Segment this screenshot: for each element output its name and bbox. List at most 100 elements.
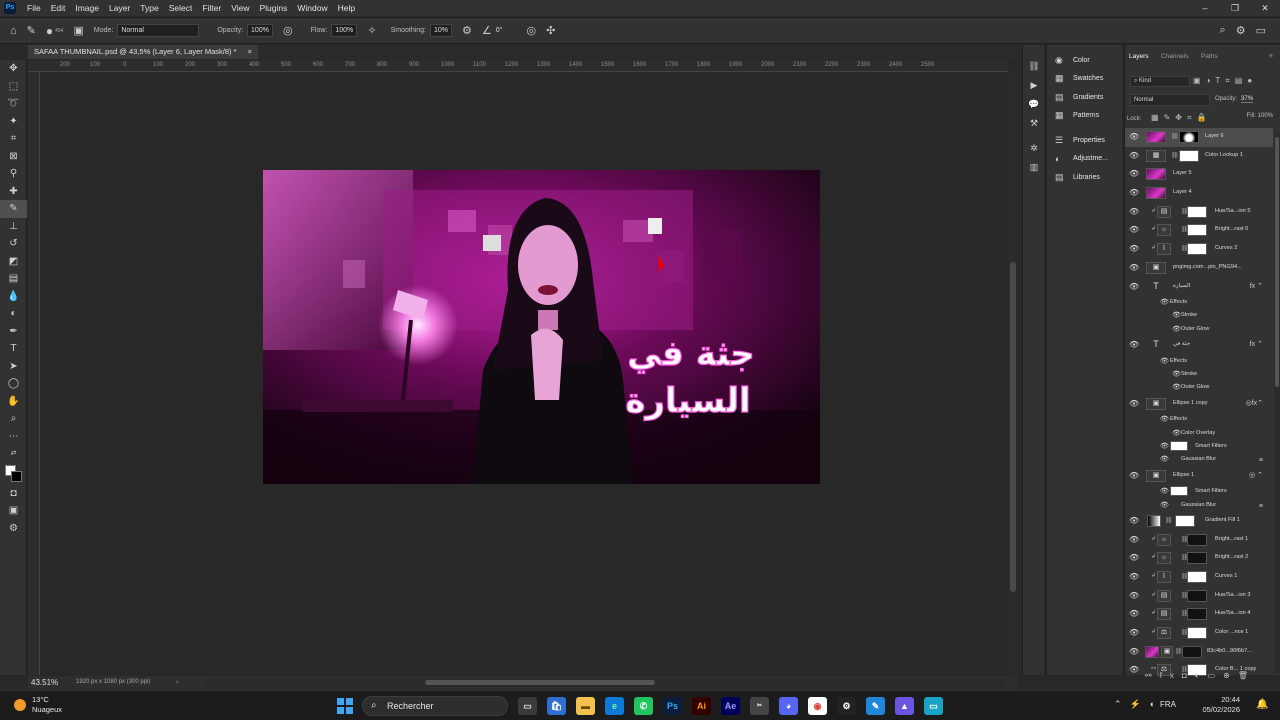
fx-icon[interactable]: fx ⌃ xyxy=(1250,282,1263,290)
discord-icon[interactable]: ◕ xyxy=(779,697,798,715)
eye-icon[interactable]: 👁 xyxy=(1160,442,1169,450)
menu-type[interactable]: Type xyxy=(135,3,163,13)
horizontal-scrollbar[interactable] xyxy=(205,678,1005,687)
healing-tool-icon[interactable]: ✚ xyxy=(0,183,27,201)
lock-icons[interactable]: ▦✎✥⌗🔒 xyxy=(1151,113,1211,122)
pen-tool-icon[interactable]: ✒ xyxy=(0,323,27,341)
layer-row[interactable]: 👁 ▣ Ellipse 1 copy ◎fx⌃ xyxy=(1125,395,1273,414)
history-brush-icon[interactable]: ↺ xyxy=(0,235,27,253)
menu-view[interactable]: View xyxy=(226,3,254,13)
eye-icon[interactable]: 👁 xyxy=(1172,383,1181,391)
close-icon[interactable]: ✕ xyxy=(1250,0,1280,16)
scroll-thumb[interactable] xyxy=(425,680,655,685)
layer-row[interactable]: 👁 T السيارة fx ⌃ xyxy=(1125,278,1273,297)
blur-tool-icon[interactable]: 💧 xyxy=(0,288,27,306)
eye-icon[interactable]: 👁 xyxy=(1160,501,1169,509)
color-swatches-icon[interactable] xyxy=(0,463,27,485)
effect-row[interactable]: 👁 Stroke xyxy=(1125,368,1273,381)
layer-filter-select[interactable]: ⌕ Kind xyxy=(1130,76,1190,87)
panel-properties[interactable]: ☰ Properties xyxy=(1047,131,1122,150)
pressure-size-icon[interactable]: ◎ xyxy=(526,24,536,37)
eye-icon[interactable]: 👁 xyxy=(1160,357,1169,365)
ellipse-tool-icon[interactable]: ◯ xyxy=(0,375,27,393)
symmetry-icon[interactable]: ✣ xyxy=(546,24,555,37)
layer-row[interactable]: 👁 ↲ ☼ ⛓ Bright...rast 6 xyxy=(1125,221,1273,240)
mask-thumbnail[interactable] xyxy=(1187,552,1207,565)
eye-icon[interactable]: 👁 xyxy=(1129,225,1139,234)
brush-settings-icon[interactable]: ▣ xyxy=(73,24,83,37)
eyedropper-tool-icon[interactable]: ⚲ xyxy=(0,165,27,183)
eye-icon[interactable]: 👁 xyxy=(1172,370,1181,378)
comments-icon[interactable]: 💬 xyxy=(1023,95,1045,114)
eye-icon[interactable]: 👁 xyxy=(1129,572,1139,581)
layer-row[interactable]: 👁 ⛓ Gradient Fill 1 xyxy=(1125,512,1273,531)
swap-colors-icon[interactable]: ⇄ xyxy=(0,445,27,463)
opacity-value[interactable]: 37% xyxy=(1241,96,1254,103)
menu-help[interactable]: Help xyxy=(333,3,360,13)
filter-options-icon[interactable]: ≡ xyxy=(1259,503,1263,510)
move-tool-icon[interactable]: ✥ xyxy=(0,60,27,78)
stamp-tool-icon[interactable]: ⊥ xyxy=(0,218,27,236)
actions-play-icon[interactable]: ▶ xyxy=(1023,76,1045,95)
airbrush-icon[interactable]: ✧ xyxy=(367,24,376,37)
eye-icon[interactable]: 👁 xyxy=(1129,169,1139,178)
eye-icon[interactable]: 👁 xyxy=(1129,553,1139,562)
flow-field[interactable]: 100% xyxy=(331,24,358,37)
chrome-icon[interactable]: ◉ xyxy=(808,697,827,715)
brush-tool-icon[interactable]: ✎ xyxy=(0,200,27,218)
eye-icon[interactable]: 👁 xyxy=(1129,399,1139,408)
eye-icon[interactable]: 👁 xyxy=(1129,628,1139,637)
mask-thumbnail[interactable] xyxy=(1187,589,1207,602)
mask-thumbnail[interactable] xyxy=(1187,224,1207,237)
eye-icon[interactable]: 👁 xyxy=(1129,151,1139,160)
edge-icon[interactable]: e xyxy=(605,697,624,715)
layer-row[interactable]: 👁 ▣ Ellipse 1 ◎ ⌃ xyxy=(1125,467,1273,486)
tab-channels[interactable]: Channels xyxy=(1161,53,1188,60)
scroll-thumb[interactable] xyxy=(1010,262,1016,592)
home-icon[interactable]: ⌂ xyxy=(10,25,17,37)
object-select-tool-icon[interactable]: ✦ xyxy=(0,113,27,131)
filter-row[interactable]: 👁 Gaussian Blur ≡ xyxy=(1125,453,1273,466)
eye-icon[interactable]: 👁 xyxy=(1129,340,1139,349)
menu-image[interactable]: Image xyxy=(70,3,104,13)
menu-select[interactable]: Select xyxy=(164,3,198,13)
layer-row[interactable]: 👁 ↲ ▤ ⛓ Hue/Sa...ion 5 xyxy=(1125,203,1273,222)
paint-icon[interactable]: ✎ xyxy=(866,697,885,715)
angle-value[interactable]: 0° xyxy=(496,27,503,34)
eye-icon[interactable]: 👁 xyxy=(1129,132,1139,141)
effect-row[interactable]: 👁 Outer Glow xyxy=(1125,323,1273,336)
panel-swatches[interactable]: ▦ Swatches xyxy=(1047,70,1122,89)
generative-icon[interactable]: ⚙ xyxy=(0,520,27,538)
smart-filters-row[interactable]: 👁 Smart Filters xyxy=(1125,440,1273,453)
mask-thumbnail[interactable] xyxy=(1182,645,1202,658)
menu-layer[interactable]: Layer xyxy=(104,3,135,13)
eye-icon[interactable]: 👁 xyxy=(1129,282,1139,291)
chevron-right-icon[interactable]: › xyxy=(176,676,178,689)
panel-libraries[interactable]: ▤ Libraries xyxy=(1047,168,1122,187)
system-tray[interactable]: ⌃⚡◖ xyxy=(1114,699,1162,710)
layer-row[interactable]: 👁 Layer 4 xyxy=(1125,184,1273,203)
illustrator-icon[interactable]: Ai xyxy=(692,697,711,715)
layer-opacity[interactable]: Opacity: 37% xyxy=(1215,96,1254,103)
panel-color[interactable]: ◉ Color xyxy=(1047,51,1122,70)
quick-mask-icon[interactable]: ◘ xyxy=(0,485,27,503)
maximize-icon[interactable]: ❐ xyxy=(1220,0,1250,16)
tab-layers[interactable]: Layers xyxy=(1129,53,1149,60)
eye-icon[interactable]: 👁 xyxy=(1129,535,1139,544)
file-explorer-icon[interactable]: ▬ xyxy=(576,697,595,715)
workspace-icon[interactable]: ▭ xyxy=(1256,24,1266,37)
pressure-opacity-icon[interactable]: ◎ xyxy=(283,24,293,37)
filter-mask-thumbnail[interactable] xyxy=(1170,440,1188,451)
hand-tool-icon[interactable]: ✋ xyxy=(0,393,27,411)
mask-thumbnail[interactable] xyxy=(1187,243,1207,256)
zoom-level[interactable]: 43.51% xyxy=(31,676,58,689)
windows-start-icon[interactable] xyxy=(337,698,353,714)
document-canvas[interactable]: جثة في السيارة xyxy=(263,170,820,484)
layer-row[interactable]: 👁 ⛓ Layer 6 xyxy=(1125,128,1273,147)
effect-row[interactable]: 👁 Stroke xyxy=(1125,309,1273,322)
clock[interactable]: 20:44 05/02/2026 xyxy=(1196,695,1240,715)
layer-row[interactable]: 👁 ↲ ⌇ ⛓ Curves 2 xyxy=(1125,240,1273,259)
store-icon[interactable]: 🛍 xyxy=(547,697,566,715)
layers-scrollbar[interactable] xyxy=(1274,133,1280,673)
gradient-tool-icon[interactable]: ▤ xyxy=(0,270,27,288)
